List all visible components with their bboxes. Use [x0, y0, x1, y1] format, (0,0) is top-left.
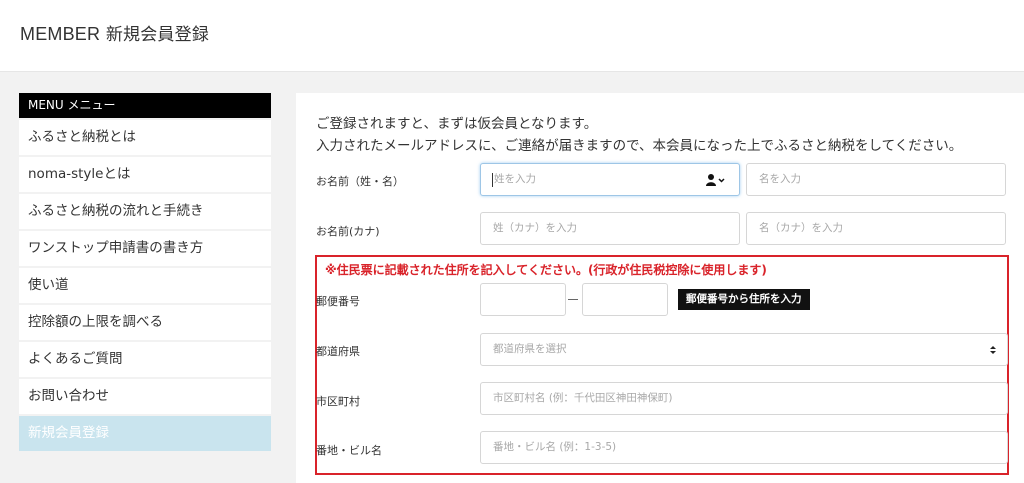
first-name-kana-input[interactable]: 名（カナ）を入力 [746, 212, 1006, 245]
address-notice: ※住民票に記載された住所を記入してください。(行政が住民税控除に使用します) [325, 263, 767, 277]
page-title-en: MEMBER [20, 24, 101, 44]
registration-form: ご登録されますと、まずは仮会員となります。 入力されたメールアドレスに、ご連絡が… [296, 93, 1024, 483]
sidebar-item-contact[interactable]: お問い合わせ [19, 379, 271, 414]
sidebar-menu: MENU メニュー ふるさと納税とは noma-styleとは ふるさと納税の流… [19, 93, 271, 451]
prefecture-placeholder: 都道府県を選択 [493, 343, 567, 355]
last-name-kana-input[interactable]: 姓（カナ）を入力 [480, 212, 740, 245]
sidebar-item-about-furusato[interactable]: ふるさと納税とは [19, 120, 271, 155]
prefecture-select[interactable]: 都道府県を選択 [480, 333, 1008, 366]
sidebar-heading: MENU メニュー [19, 93, 271, 118]
sidebar-item-deduction-limit[interactable]: 控除額の上限を調べる [19, 305, 271, 340]
postal-label: 郵便番号 [316, 295, 360, 308]
sidebar-item-register[interactable]: 新規会員登録 [19, 416, 271, 451]
intro-line-2: 入力されたメールアドレスに、ご連絡が届きますので、本会員になった上でふるさと納税… [316, 138, 963, 154]
intro-text: ご登録されますと、まずは仮会員となります。 入力されたメールアドレスに、ご連絡が… [316, 113, 962, 157]
kana-label: お名前(カナ) [316, 225, 380, 238]
page-title: MEMBER 新規会員登録 [20, 20, 209, 45]
page-header: MEMBER 新規会員登録 [0, 0, 1024, 72]
intro-line-1: ご登録されますと、まずは仮会員となります。 [316, 116, 598, 132]
postal-dash [568, 299, 578, 300]
postal-code-second-input[interactable] [582, 283, 668, 316]
person-icon[interactable] [705, 173, 725, 187]
name-label: お名前（姓・名） [316, 175, 404, 188]
select-arrows-icon [990, 346, 996, 354]
city-label: 市区町村 [316, 395, 360, 408]
postal-lookup-button[interactable]: 郵便番号から住所を入力 [678, 289, 810, 310]
sidebar-item-about-noma-style[interactable]: noma-styleとは [19, 157, 271, 192]
sidebar-item-usage[interactable]: 使い道 [19, 268, 271, 303]
page-title-jp: 新規会員登録 [105, 25, 210, 45]
last-name-placeholder: 姓を入力 [494, 173, 536, 185]
sidebar-item-flow-procedure[interactable]: ふるさと納税の流れと手続き [19, 194, 271, 229]
text-caret [492, 173, 493, 187]
postal-code-first-input[interactable] [480, 283, 566, 316]
city-input[interactable]: 市区町村名 (例：千代田区神田神保町) [480, 382, 1008, 415]
address-label: 番地・ビル名 [316, 444, 382, 457]
street-address-input[interactable]: 番地・ビル名 (例：1-3-5) [480, 431, 1008, 464]
sidebar-item-onestop-form[interactable]: ワンストップ申請書の書き方 [19, 231, 271, 266]
first-name-input[interactable]: 名を入力 [746, 163, 1006, 196]
prefecture-label: 都道府県 [316, 345, 360, 358]
last-name-input[interactable]: 姓を入力 [480, 163, 740, 196]
sidebar-item-faq[interactable]: よくあるご質問 [19, 342, 271, 377]
